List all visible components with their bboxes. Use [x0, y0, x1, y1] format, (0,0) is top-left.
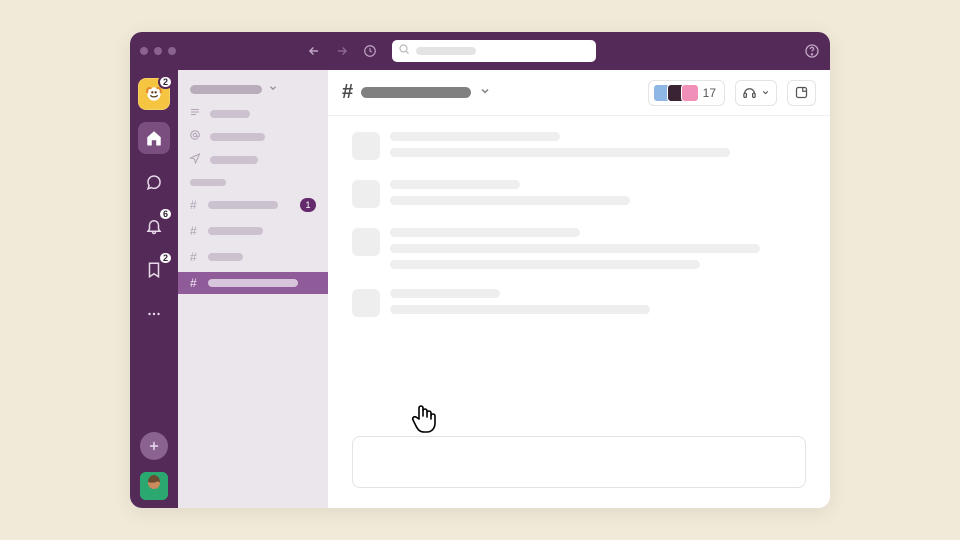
later-badge: 2	[158, 251, 173, 265]
threads-icon	[188, 106, 202, 121]
window-zoom-dot[interactable]	[168, 47, 176, 55]
titlebar	[130, 32, 830, 70]
hash-icon: #	[190, 250, 200, 264]
nav-back-button[interactable]	[304, 41, 324, 61]
message-avatar[interactable]	[352, 180, 380, 208]
search-placeholder	[416, 47, 476, 55]
sidebar-item-threads[interactable]	[188, 106, 318, 121]
huddle-button[interactable]	[735, 80, 777, 106]
message-item[interactable]	[352, 289, 806, 317]
user-avatar[interactable]	[140, 472, 168, 500]
channel-sidebar: # 1 # # #	[178, 70, 328, 508]
window-close-dot[interactable]	[140, 47, 148, 55]
window-minimize-dot[interactable]	[154, 47, 162, 55]
chevron-down-icon	[479, 84, 491, 102]
search-input[interactable]	[392, 40, 596, 62]
channel-item-3[interactable]: #	[178, 246, 328, 268]
channel-item-1[interactable]: # 1	[178, 194, 328, 216]
rail-home-button[interactable]	[138, 122, 170, 154]
channel-header: # 17	[328, 70, 830, 116]
member-avatars	[653, 84, 699, 102]
canvas-button[interactable]	[787, 80, 816, 106]
rail-activity-button[interactable]: 6	[138, 210, 170, 242]
message-item[interactable]	[352, 228, 806, 269]
app-window: 2 6 2	[130, 32, 830, 508]
left-rail: 2 6 2	[130, 70, 178, 508]
hash-icon: #	[190, 198, 200, 212]
member-count: 17	[703, 86, 716, 100]
rail-create-button[interactable]	[140, 432, 168, 460]
channel-name	[361, 87, 471, 98]
hash-icon: #	[190, 224, 200, 238]
search-icon	[398, 42, 410, 60]
window-controls[interactable]	[140, 47, 176, 55]
message-composer[interactable]	[352, 436, 806, 488]
sidebar-item-drafts[interactable]	[188, 152, 318, 167]
help-button[interactable]	[804, 43, 820, 59]
channels-section-header[interactable]	[190, 179, 226, 186]
rail-more-button[interactable]	[138, 298, 170, 330]
message-item[interactable]	[352, 180, 806, 208]
chevron-down-icon	[268, 82, 278, 96]
send-icon	[188, 152, 202, 167]
main-panel: # 17	[328, 70, 830, 508]
channel-item-2[interactable]: #	[178, 220, 328, 242]
at-icon	[188, 129, 202, 144]
unread-badge: 1	[300, 198, 316, 212]
members-button[interactable]: 17	[648, 80, 725, 106]
hash-icon: #	[342, 81, 353, 104]
workspace-badge: 2	[158, 75, 173, 89]
channel-title-dropdown[interactable]: #	[342, 81, 491, 104]
message-avatar[interactable]	[352, 132, 380, 160]
hash-icon: #	[190, 276, 200, 290]
sidebar-item-mentions[interactable]	[188, 129, 318, 144]
activity-badge: 6	[158, 207, 173, 221]
history-button[interactable]	[360, 41, 380, 61]
message-list	[328, 116, 830, 424]
rail-dms-button[interactable]	[138, 166, 170, 198]
message-item[interactable]	[352, 132, 806, 160]
message-avatar[interactable]	[352, 289, 380, 317]
workspace-switcher[interactable]: 2	[138, 78, 170, 110]
channel-item-4-active[interactable]: #	[178, 272, 328, 294]
rail-later-button[interactable]: 2	[138, 254, 170, 286]
message-avatar[interactable]	[352, 228, 380, 256]
nav-forward-button[interactable]	[332, 41, 352, 61]
workspace-name	[190, 85, 262, 94]
workspace-name-dropdown[interactable]	[178, 80, 328, 106]
